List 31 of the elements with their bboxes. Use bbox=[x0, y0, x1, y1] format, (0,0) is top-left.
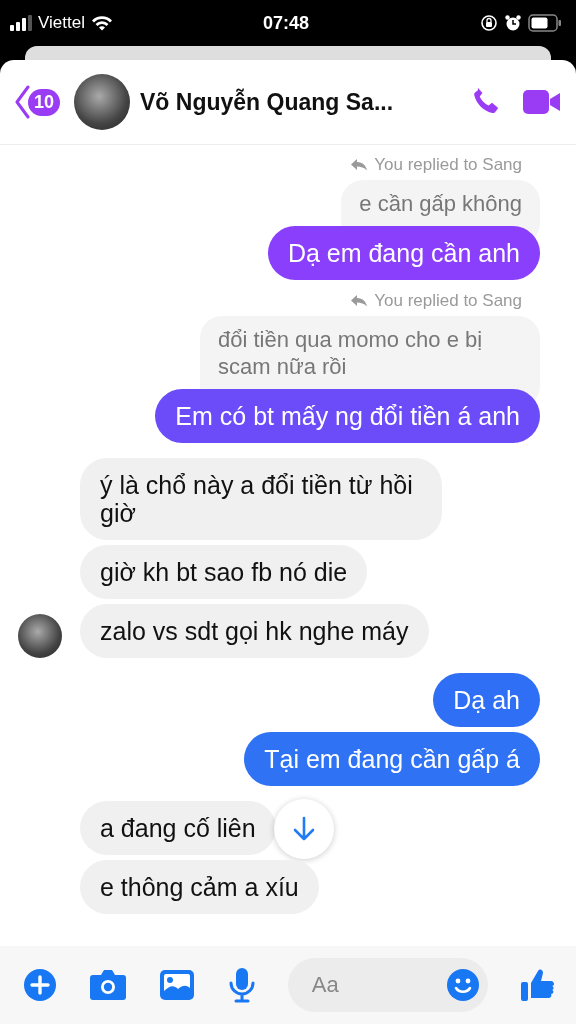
message-bubble: zalo vs sdt gọi hk nghe máy bbox=[80, 604, 429, 658]
message-bubble: ý là chổ này a đổi tiền từ hồi giờ bbox=[80, 458, 442, 540]
reply-icon bbox=[350, 158, 369, 172]
add-icon[interactable] bbox=[23, 968, 57, 1002]
wifi-icon bbox=[90, 15, 113, 31]
thumbs-up-icon[interactable] bbox=[519, 967, 556, 1003]
rotation-lock-icon bbox=[480, 14, 498, 32]
camera-icon[interactable] bbox=[89, 969, 128, 1001]
reply-note: You replied to Sang bbox=[350, 291, 522, 311]
message-bubble: Dạ ah bbox=[433, 673, 540, 727]
alarm-icon bbox=[504, 14, 522, 32]
message-bubble: Dạ em đang cần anh bbox=[267, 226, 540, 280]
image-icon[interactable] bbox=[159, 969, 196, 1001]
battery-icon bbox=[528, 14, 562, 32]
signal-icon bbox=[10, 15, 32, 31]
carrier-name: Viettel bbox=[38, 13, 85, 33]
message-bubble: e thông cảm a xíu bbox=[80, 860, 319, 914]
scroll-down-button[interactable] bbox=[273, 799, 334, 859]
message-bubble: Em có bt mấy ng đổi tiền á anh bbox=[155, 389, 540, 443]
emoji-icon[interactable] bbox=[445, 968, 480, 1002]
contact-name[interactable]: Võ Nguyễn Quang Sa... bbox=[140, 88, 450, 116]
chevron-left-icon[interactable] bbox=[14, 85, 30, 119]
video-call-icon[interactable] bbox=[522, 87, 562, 117]
message-field[interactable]: Aa bbox=[287, 958, 488, 1012]
message-bubble: giờ kh bt sao fb nó die bbox=[80, 545, 368, 599]
microphone-icon[interactable] bbox=[227, 967, 256, 1003]
message-bubble: Tại em đang cần gấp á bbox=[244, 732, 540, 786]
reply-note: You replied to Sang bbox=[350, 155, 522, 175]
reply-icon bbox=[350, 294, 369, 308]
message-bubble: a đang cố liên bbox=[80, 801, 276, 855]
clock-time: 07:48 bbox=[262, 12, 309, 34]
